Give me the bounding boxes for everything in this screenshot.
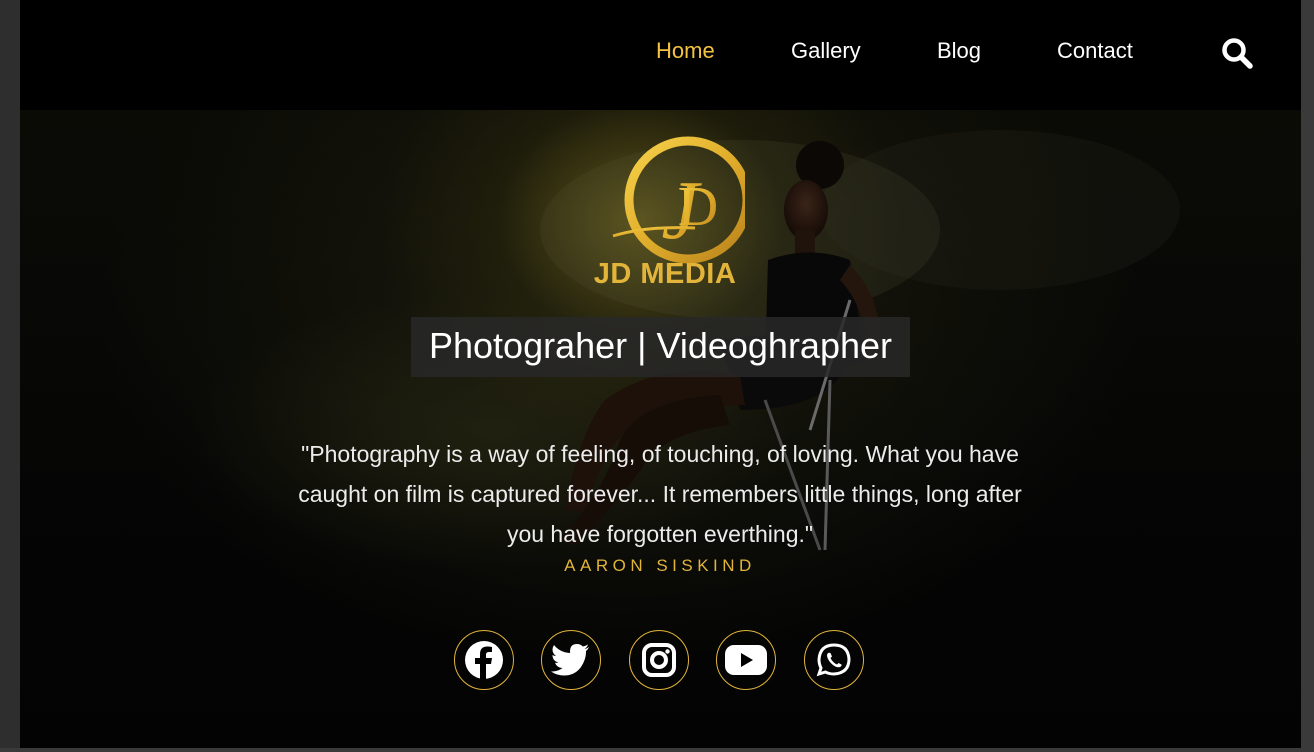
brand-name: JD MEDIA [593,258,737,290]
nav-contact[interactable]: Contact [1057,38,1133,64]
facebook-icon[interactable] [454,630,514,690]
hero-quote: "Photography is a way of feeling, of tou… [298,441,1022,547]
search-icon[interactable] [1220,36,1254,70]
nav-home[interactable]: Home [656,38,715,64]
page: Home Gallery Blog Contact J D JD MEDIA P… [20,0,1301,748]
nav-blog[interactable]: Blog [937,38,981,64]
hero-tagline: Photograher | Videoghrapher [428,325,893,366]
whatsapp-icon[interactable] [804,630,864,690]
youtube-icon[interactable] [716,630,776,690]
site-header: Home Gallery Blog Contact [20,0,1301,110]
window-edge-right [1301,0,1314,752]
quote-author: AARON SISKIND [564,556,756,575]
twitter-icon[interactable] [541,630,601,690]
window-edge-bottom [0,748,1314,752]
tagline-box: Photograher | Videoghrapher [411,317,910,377]
instagram-icon[interactable] [629,630,689,690]
nav-gallery[interactable]: Gallery [791,38,861,64]
hero-section: J D JD MEDIA Photograher | Videoghrapher… [20,110,1301,748]
